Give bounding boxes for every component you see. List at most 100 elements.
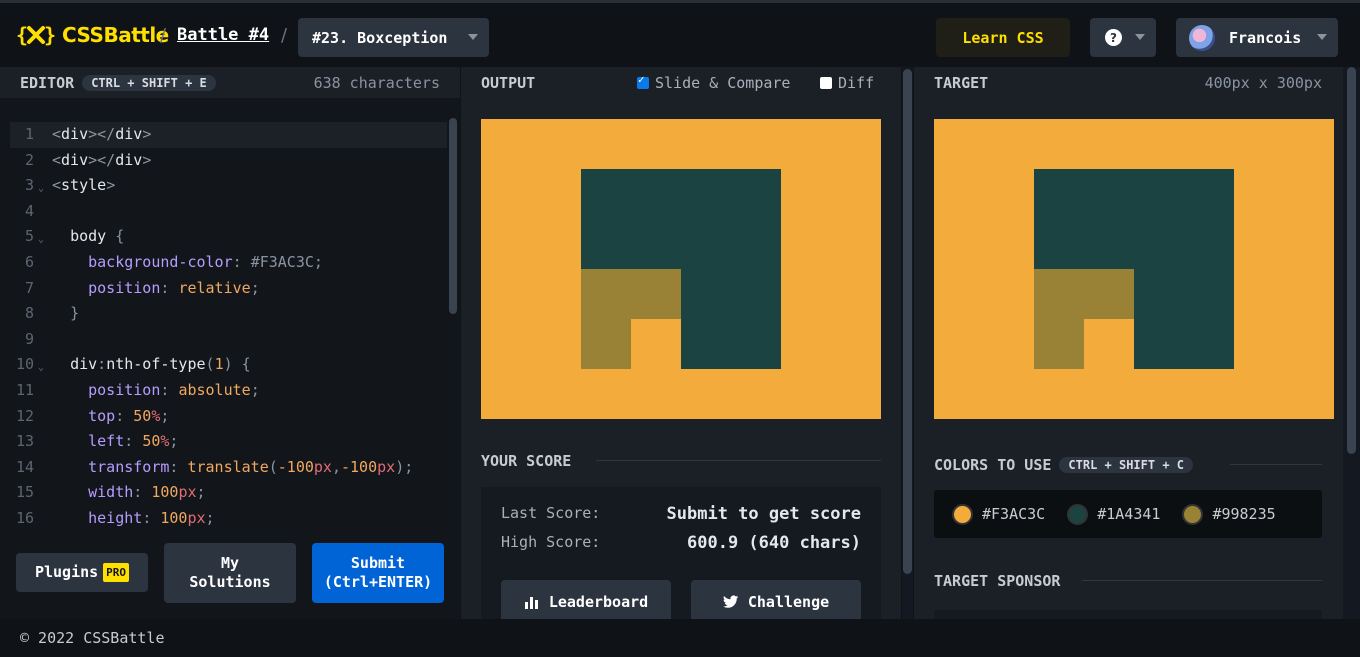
divider [1082, 580, 1322, 581]
divider [1230, 464, 1322, 465]
editor-shortcut-badge: CTRL + SHIFT + E [82, 74, 216, 91]
char-count: 638 characters [313, 73, 440, 92]
colors-title: COLORS TO USE CTRL + SHIFT + C [934, 456, 1193, 474]
code-line: 5 ⌄ body { [24, 227, 125, 246]
slide-compare-toggle[interactable]: Slide & Compare [637, 73, 790, 92]
twitter-icon [722, 595, 739, 608]
high-score-label: High Score: [501, 533, 601, 551]
user-name: Francois [1229, 28, 1302, 47]
color-code: #F3AC3C [982, 505, 1046, 523]
last-score-row: Last Score: Submit to get score [501, 504, 861, 524]
svg-text:}: } [44, 23, 56, 47]
chevron-down-icon [1135, 34, 1145, 40]
preview-box-orange [631, 319, 681, 369]
output-preview[interactable] [481, 119, 881, 419]
cssbattle-logo[interactable]: { } CSSBattle [16, 23, 169, 47]
divider [596, 460, 881, 461]
svg-text:{: { [16, 23, 28, 47]
code-line: 9 [24, 329, 34, 348]
target-title: TARGET [934, 73, 989, 92]
diff-toggle[interactable]: Diff [820, 74, 874, 92]
editor-header: EDITOR CTRL + SHIFT + E 638 characters [0, 67, 460, 98]
avatar [1189, 24, 1215, 51]
code-line: 8 } [24, 304, 80, 323]
footer: © 2022 CSSBattle [0, 619, 1360, 657]
target-image [934, 119, 1334, 419]
leaderboard-label: Leaderboard [548, 592, 649, 611]
copyright-text: © 2022 CSSBattle [20, 629, 165, 647]
level-select[interactable]: #23. Boxception [298, 18, 489, 57]
checkbox-unchecked-icon[interactable] [820, 76, 832, 89]
sponsor-card [934, 610, 1322, 619]
code-line: 7 position: relative; [24, 278, 260, 297]
editor-scrollbar[interactable] [449, 118, 457, 314]
code-line: 4 [24, 201, 34, 220]
output-panel: YOUR SCORE Last Score: Submit to get sco… [461, 98, 901, 624]
color-dot [1067, 503, 1089, 525]
my-solutions-button[interactable]: My Solutions [164, 543, 296, 603]
color-dot [1182, 503, 1204, 525]
color-code: #998235 [1212, 505, 1276, 523]
plugins-label: Plugins [34, 563, 99, 581]
high-score-value: 600.9 (640 chars) [687, 533, 861, 553]
plugins-button[interactable]: Plugins PRO [16, 553, 148, 592]
code-line: 3 ⌄ <style> [24, 176, 116, 195]
help-menu-button[interactable]: ? [1090, 18, 1156, 57]
color-swatch[interactable]: #1A4341 [1067, 503, 1161, 525]
code-editor[interactable]: 1 <div></div> 2 <div></div> 3 ⌄ <style> 4 5 ⌄… [0, 98, 460, 619]
output-scrollbar[interactable] [902, 67, 913, 619]
color-dot [952, 503, 973, 525]
logo-icon: { } [16, 23, 56, 47]
color-swatch[interactable]: #998235 [1182, 503, 1276, 525]
level-select-label: #23. Boxception [312, 28, 448, 47]
scrollbar-thumb[interactable] [1347, 67, 1356, 454]
code-line: 13 left: 50%; [15, 432, 179, 451]
bar-chart-icon [524, 597, 538, 609]
color-code: #1A4341 [1097, 505, 1161, 523]
learn-css-button[interactable]: Learn CSS [936, 18, 1070, 57]
last-score-label: Last Score: [501, 504, 601, 522]
target-box-orange [1084, 319, 1134, 369]
sponsor-title: TARGET SPONSOR [934, 572, 1061, 590]
page-scrollbar[interactable] [1343, 67, 1360, 619]
user-menu-button[interactable]: Francois [1176, 18, 1338, 57]
battle-link[interactable]: Battle #4 [177, 25, 269, 45]
code-line: 11 position: absolute; [15, 380, 260, 399]
top-bar: { } CSSBattle / Battle #4 / #23. Boxcept… [0, 0, 1360, 66]
challenge-label: Challenge [747, 592, 830, 611]
scrollbar-thumb[interactable] [903, 69, 912, 574]
challenge-button[interactable]: Challenge [691, 580, 861, 624]
chevron-down-icon [468, 34, 478, 40]
submit-label: Submit (Ctrl+ENTER) [323, 554, 433, 591]
code-line: 10 ⌄ div:nth-of-type(1) { [15, 355, 251, 374]
target-dimensions: 400px x 300px [1204, 73, 1322, 92]
code-line: 14 transform: translate(-100px,-100px); [15, 457, 414, 476]
breadcrumb-separator: / [281, 25, 288, 46]
code-line: 6 background-color: #F3AC3C; [24, 252, 323, 271]
code-line: 16 height: 100px; [15, 508, 215, 527]
question-circle-icon: ? [1105, 29, 1122, 46]
code-line: 1 <div></div> [10, 122, 447, 148]
leaderboard-button[interactable]: Leaderboard [501, 580, 671, 624]
score-title: YOUR SCORE [481, 452, 572, 470]
submit-button[interactable]: Submit (Ctrl+ENTER) [312, 543, 444, 603]
code-line: 15 width: 100px; [15, 483, 206, 502]
high-score-row: High Score: 600.9 (640 chars) [501, 533, 861, 553]
breadcrumb-separator: / [160, 25, 167, 46]
color-swatch[interactable]: #F3AC3C [952, 503, 1046, 525]
pro-badge: PRO [103, 563, 130, 582]
logo-text: CSSBattle [62, 23, 169, 47]
code-line: 12 top: 50%; [15, 406, 170, 425]
colors-shortcut-badge: CTRL + SHIFT + C [1059, 457, 1193, 473]
target-header: TARGET 400px x 300px [914, 67, 1343, 98]
output-header: OUTPUT Slide & Compare Diff [461, 67, 901, 98]
code-area[interactable]: 1 <div></div> 2 <div></div> 3 ⌄ <style> 4 5 ⌄… [10, 122, 447, 528]
chevron-down-icon [1317, 34, 1327, 40]
last-score-value: Submit to get score [666, 504, 861, 524]
editor-title: EDITOR [20, 73, 75, 92]
checkbox-checked-icon[interactable] [637, 73, 649, 89]
code-line: 2 <div></div> [24, 150, 152, 169]
output-title: OUTPUT [481, 73, 536, 92]
color-palette: #F3AC3C #1A4341 #998235 [934, 490, 1322, 538]
target-panel: COLORS TO USE CTRL + SHIFT + C #F3AC3C #… [914, 98, 1343, 619]
